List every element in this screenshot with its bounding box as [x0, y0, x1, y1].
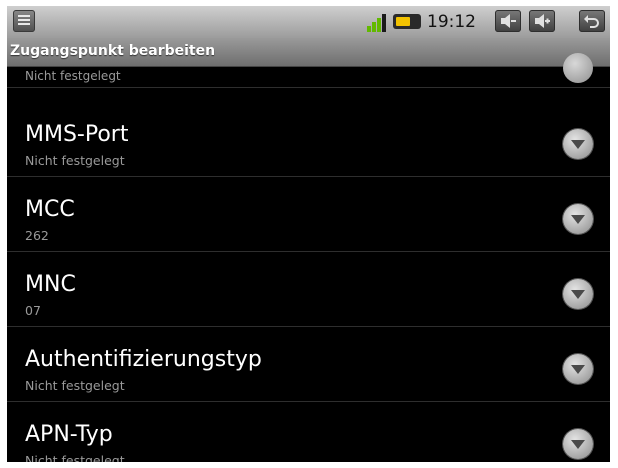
list-item-label: Authentifizierungstyp: [25, 347, 262, 372]
list-item-summary: Nicht festgelegt: [25, 69, 121, 83]
list-item-mnc[interactable]: MNC 07: [7, 252, 610, 327]
list-item-summary: 262: [25, 228, 49, 243]
page-title: Zugangspunkt bearbeiten: [10, 43, 216, 59]
status-bar: 19:12: [7, 6, 610, 38]
volume-down-icon[interactable]: [495, 10, 521, 32]
phone-screen: 19:12 Zugangspunkt bearbeiten Nicht fest…: [7, 6, 610, 462]
list-item-summary: Nicht festgelegt: [25, 453, 125, 462]
list-item-mms-port[interactable]: MMS-Port Nicht festgelegt: [7, 102, 610, 177]
volume-up-icon[interactable]: [529, 10, 555, 32]
list-item-summary: Nicht festgelegt: [25, 153, 125, 168]
battery-icon: [393, 14, 421, 29]
list-item-label: MCC: [25, 197, 75, 222]
list-item-summary: Nicht festgelegt: [25, 378, 125, 393]
list-item-partial[interactable]: Nicht festgelegt: [7, 53, 610, 88]
list-item-label: APN-Typ: [25, 422, 113, 447]
status-time: 19:12: [427, 12, 476, 32]
list-item-mcc[interactable]: MCC 262: [7, 177, 610, 252]
menu-icon[interactable]: [13, 10, 35, 32]
dropdown-arrow-icon: [563, 354, 593, 384]
back-icon[interactable]: [579, 10, 605, 32]
list-item-summary: 07: [25, 303, 41, 318]
dropdown-arrow-icon: [563, 429, 593, 459]
dropdown-arrow-icon: [563, 204, 593, 234]
list-item-auth-type[interactable]: Authentifizierungstyp Nicht festgelegt: [7, 327, 610, 402]
list-item-label: MNC: [25, 272, 76, 297]
dropdown-arrow-icon: [563, 279, 593, 309]
dropdown-arrow-icon: [563, 53, 593, 83]
list-item-label: MMS-Port: [25, 122, 129, 147]
dropdown-arrow-icon: [563, 129, 593, 159]
list-item-apn-type[interactable]: APN-Typ Nicht festgelegt: [7, 402, 610, 462]
title-bar: Zugangspunkt bearbeiten: [7, 38, 610, 67]
signal-icon: [367, 12, 389, 32]
